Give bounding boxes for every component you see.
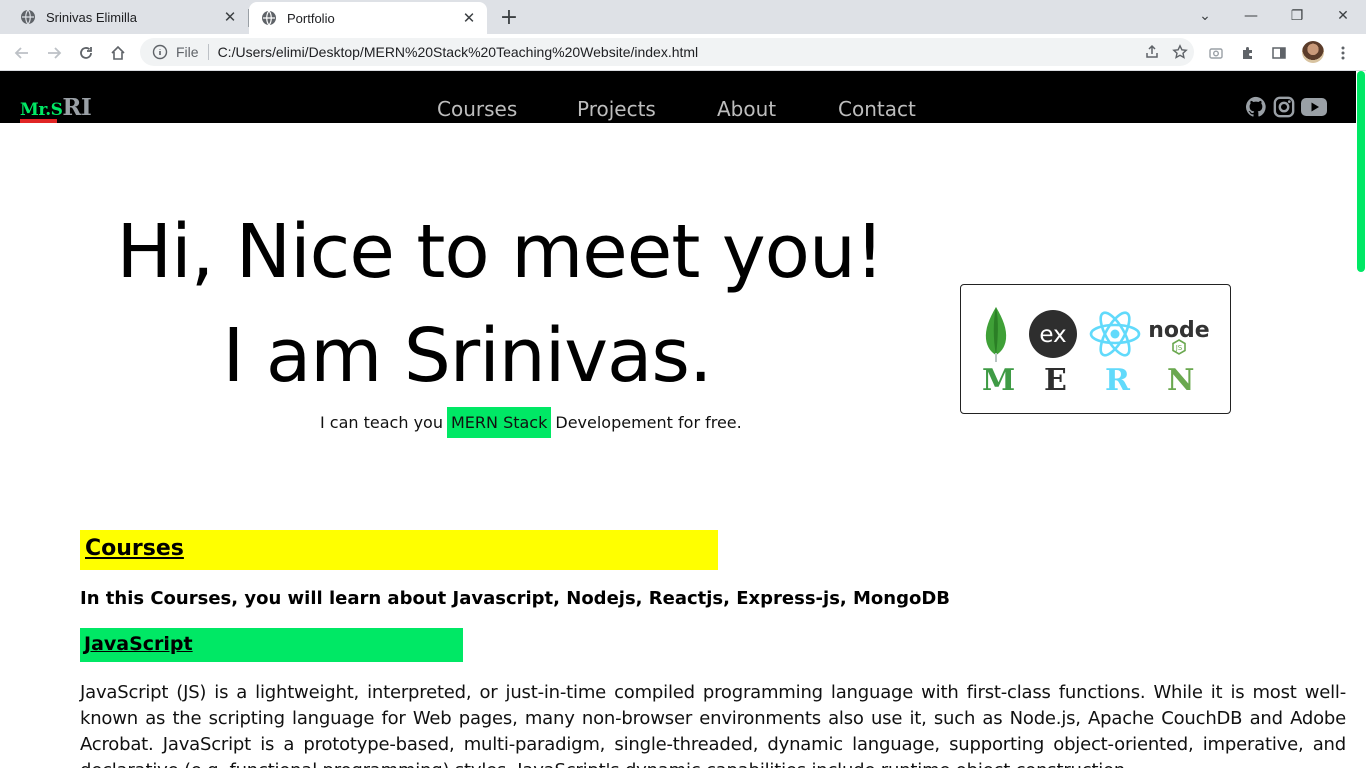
nav-courses-link[interactable]: Courses <box>437 97 517 121</box>
divider <box>207 44 209 60</box>
camera-icon[interactable] <box>1203 40 1229 66</box>
page-scrollbar[interactable] <box>1356 71 1366 768</box>
menu-kebab-icon[interactable] <box>1330 40 1356 66</box>
hero-sub-after: Developement for free. <box>555 412 742 432</box>
browser-toolbar: File C:/Users/elimi/Desktop/MERN%20Stack… <box>0 34 1366 71</box>
mern-letter-m: M <box>982 363 1016 398</box>
tab-srinivas-elimilla[interactable]: Srinivas Elimilla ✕ <box>8 0 248 34</box>
node-badge: JS <box>1175 344 1183 352</box>
page-viewport: Mr.SRI Courses Projects About Contact Hi… <box>0 71 1356 768</box>
mern-letter-n: N <box>1167 363 1195 398</box>
nodejs-icon: node JS <box>1148 318 1210 355</box>
nav-about-link[interactable]: About <box>717 97 776 121</box>
share-icon[interactable] <box>1138 38 1166 66</box>
reload-icon[interactable] <box>73 40 99 66</box>
globe-icon <box>21 9 35 25</box>
hero-sub-highlight: MERN Stack <box>446 406 552 438</box>
github-icon[interactable] <box>1245 96 1267 118</box>
hero-greeting: Hi, Nice to meet you! <box>116 209 884 295</box>
close-tab-icon[interactable]: ✕ <box>459 8 479 28</box>
scheme-label: File <box>176 44 199 60</box>
tab-search-chevron-icon[interactable]: ⌄ <box>1191 4 1219 28</box>
site-logo[interactable]: Mr.SRI <box>20 94 92 121</box>
logo-part-2: RI <box>62 94 92 121</box>
react-icon <box>1089 311 1141 357</box>
javascript-heading-link[interactable]: JavaScript <box>84 633 193 655</box>
scrollbar-thumb[interactable] <box>1357 71 1365 272</box>
hero-sub-before: I can teach you <box>320 412 443 432</box>
express-icon: ex <box>1029 310 1077 358</box>
globe-icon <box>262 10 276 26</box>
close-tab-icon[interactable]: ✕ <box>220 7 240 27</box>
new-tab-button[interactable]: + <box>497 5 521 30</box>
site-navbar: Mr.SRI Courses Projects About Contact <box>0 71 1356 123</box>
nav-contact-link[interactable]: Contact <box>838 97 916 121</box>
tab-title: Srinivas Elimilla <box>46 9 138 25</box>
mern-logo-card: ex node JS M E R N <box>960 284 1231 414</box>
mern-letter-e: E <box>1044 363 1067 398</box>
back-icon[interactable] <box>9 40 35 66</box>
courses-heading-link[interactable]: Courses <box>85 536 184 561</box>
extensions-puzzle-icon[interactable] <box>1235 40 1261 66</box>
tab-strip: Srinivas Elimilla ✕ Portfolio ✕ + ⌄ — ❐ … <box>0 0 1366 34</box>
javascript-paragraph: JavaScript (JS) is a lightweight, interp… <box>80 682 1346 768</box>
bookmark-star-icon[interactable] <box>1166 38 1194 66</box>
nav-projects-link[interactable]: Projects <box>577 97 656 121</box>
youtube-icon[interactable] <box>1300 96 1328 118</box>
express-abbr: ex <box>1039 322 1066 348</box>
side-panel-icon[interactable] <box>1266 40 1292 66</box>
hero-name: I am Srinivas. <box>222 313 713 399</box>
mongodb-icon <box>985 307 1007 362</box>
home-icon[interactable] <box>105 40 131 66</box>
minimize-icon[interactable]: — <box>1237 4 1265 28</box>
instagram-icon[interactable] <box>1273 96 1295 118</box>
info-icon[interactable] <box>152 44 168 60</box>
logo-part-1: Mr.S <box>20 100 63 120</box>
courses-description: In this Courses, you will learn about Ja… <box>80 588 951 609</box>
tab-title: Portfolio <box>287 10 335 26</box>
url-text[interactable]: C:/Users/elimi/Desktop/MERN%20Stack%20Te… <box>218 44 1138 60</box>
address-bar[interactable]: File C:/Users/elimi/Desktop/MERN%20Stack… <box>140 38 1194 66</box>
close-window-icon[interactable]: ✕ <box>1329 4 1357 28</box>
mern-letter-r: R <box>1105 363 1130 398</box>
tab-portfolio[interactable]: Portfolio ✕ <box>249 2 487 34</box>
hero-subtitle: I can teach you MERN Stack Developement … <box>320 406 742 438</box>
forward-icon[interactable] <box>41 40 67 66</box>
profile-avatar[interactable] <box>1302 41 1324 63</box>
logo-underline <box>20 119 57 123</box>
restore-icon[interactable]: ❐ <box>1283 4 1311 28</box>
